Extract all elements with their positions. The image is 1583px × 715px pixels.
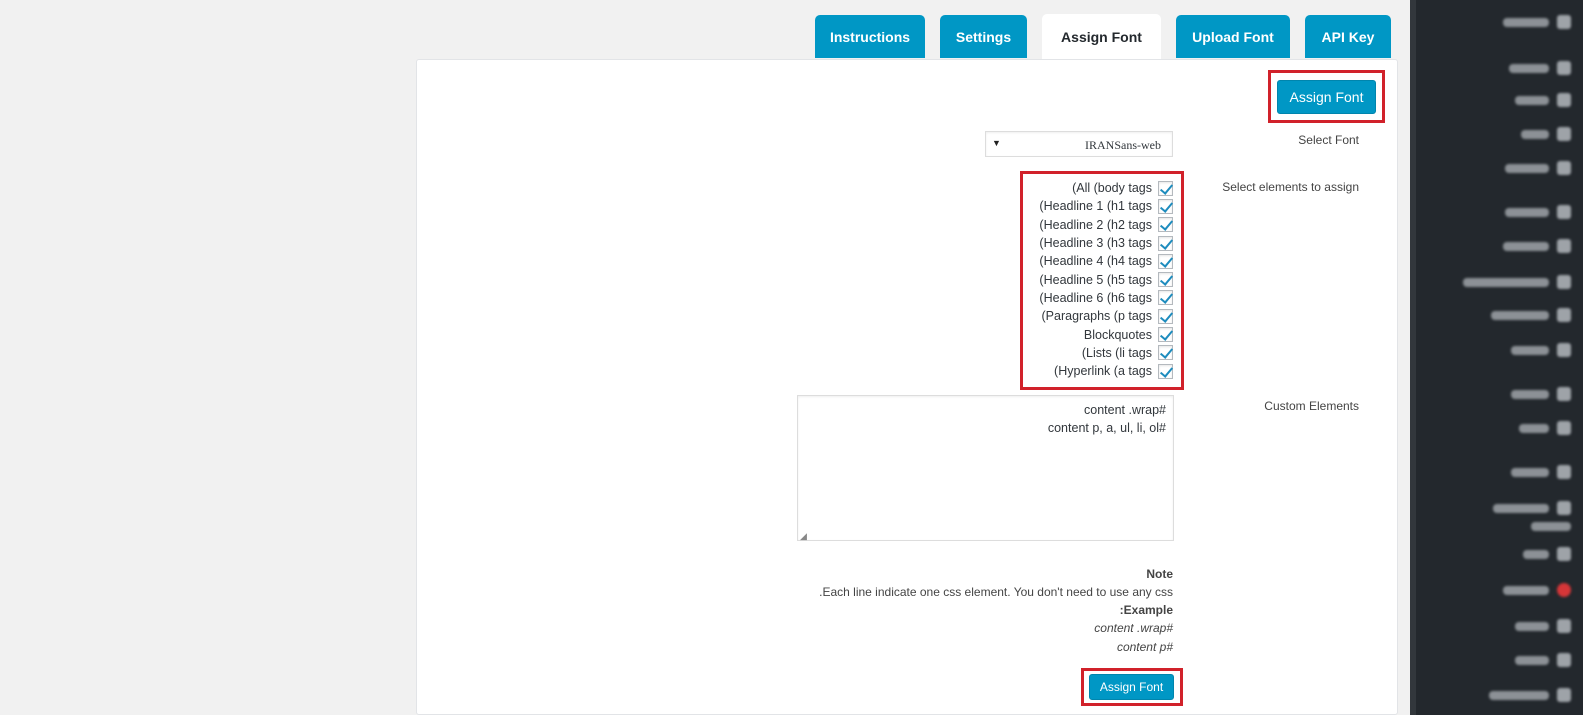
sidebar-item[interactable] bbox=[1463, 272, 1571, 292]
element-option-label: (Headline 1 (h1 tags bbox=[1039, 199, 1152, 214]
analytics-icon bbox=[1557, 275, 1571, 289]
custom-elements-textarea[interactable]: content .wrap# content p, a, ul, li, ol# bbox=[797, 395, 1174, 541]
element-option-label: (All (body tags bbox=[1072, 181, 1152, 196]
element-checkbox[interactable] bbox=[1158, 327, 1173, 343]
woocommerce-icon bbox=[1557, 205, 1571, 219]
element-option-label: Blockquotes bbox=[1083, 327, 1152, 342]
tools-icon bbox=[1557, 465, 1571, 479]
element-option-label: (Headline 4 (h4 tags bbox=[1039, 254, 1152, 269]
note-text: .Each line indicate one css element. You… bbox=[819, 585, 1173, 599]
element-option-p[interactable]: (Paragraphs (p tags bbox=[993, 307, 1173, 325]
element-option-h2[interactable]: (Headline 2 (h2 tags bbox=[993, 216, 1173, 234]
example-line: content .wrap# bbox=[1094, 621, 1173, 635]
element-checkbox[interactable] bbox=[1158, 235, 1173, 251]
sidebar-item[interactable] bbox=[1503, 12, 1571, 32]
element-option-blockquote[interactable]: Blockquotes bbox=[993, 325, 1173, 343]
element-option-h6[interactable]: (Headline 6 (h6 tags bbox=[993, 289, 1173, 307]
font-select-value: IRANSans-web bbox=[1085, 138, 1161, 152]
assign-font-button-top[interactable]: Assign Font bbox=[1277, 80, 1376, 114]
media-icon bbox=[1557, 93, 1571, 107]
element-option-body[interactable]: (All (body tags bbox=[993, 179, 1173, 197]
sidebar-item[interactable] bbox=[1511, 340, 1571, 360]
sidebar-item[interactable] bbox=[1515, 650, 1571, 670]
element-option-label: (Headline 3 (h3 tags bbox=[1039, 236, 1152, 251]
element-checkbox[interactable] bbox=[1158, 180, 1173, 196]
note-title: Note bbox=[1146, 567, 1173, 581]
tab-upload-font[interactable]: Upload Font bbox=[1176, 15, 1290, 58]
sidebar-item[interactable] bbox=[1509, 58, 1571, 78]
element-checkbox[interactable] bbox=[1158, 290, 1173, 306]
tab-settings[interactable]: Settings bbox=[940, 15, 1027, 58]
pin-icon bbox=[1557, 61, 1571, 75]
font-select[interactable]: IRANSans-web ▼ bbox=[985, 131, 1173, 157]
tab-api-key[interactable]: API Key bbox=[1305, 15, 1391, 58]
element-option-label: (Headline 6 (h6 tags bbox=[1039, 290, 1152, 305]
element-checkbox[interactable] bbox=[1158, 198, 1173, 214]
element-checkbox[interactable] bbox=[1158, 308, 1173, 324]
element-option-h5[interactable]: (Headline 5 (h5 tags bbox=[993, 270, 1173, 288]
users-icon bbox=[1557, 421, 1571, 435]
tab-instructions[interactable]: Instructions bbox=[815, 15, 925, 58]
menu-icon bbox=[1557, 653, 1571, 667]
element-option-label: (Headline 5 (h5 tags bbox=[1039, 272, 1152, 287]
element-option-h3[interactable]: (Headline 3 (h3 tags bbox=[993, 234, 1173, 252]
element-option-li[interactable]: (Lists (li tags bbox=[993, 344, 1173, 362]
custom-element-line: content .wrap# bbox=[1084, 403, 1166, 417]
element-checkbox[interactable] bbox=[1158, 217, 1173, 233]
elements-label: Select elements to assign bbox=[1222, 180, 1359, 194]
comments-icon bbox=[1557, 161, 1571, 175]
element-checkbox[interactable] bbox=[1158, 345, 1173, 361]
element-checkbox[interactable] bbox=[1158, 363, 1173, 379]
element-option-label: (Headline 2 (h2 tags bbox=[1039, 217, 1152, 232]
sidebar-item[interactable] bbox=[1489, 685, 1571, 705]
example-line: content p# bbox=[1116, 640, 1173, 654]
sidebar-item[interactable] bbox=[1505, 158, 1571, 178]
sidebar-item[interactable] bbox=[1493, 498, 1571, 518]
custom-elements-label: Custom Elements bbox=[1264, 399, 1359, 413]
assign-font-button-bottom[interactable]: Assign Font bbox=[1089, 674, 1174, 700]
custom-element-line: content p, a, ul, li, ol# bbox=[1047, 421, 1166, 435]
menu-icon bbox=[1557, 619, 1571, 633]
sidebar-item[interactable] bbox=[1511, 384, 1571, 404]
sidebar-item[interactable] bbox=[1515, 90, 1571, 110]
dashboard-icon bbox=[1557, 15, 1571, 29]
pages-icon bbox=[1557, 127, 1571, 141]
element-option-h1[interactable]: (Headline 1 (h1 tags bbox=[993, 197, 1173, 215]
sidebar-item[interactable] bbox=[1521, 124, 1571, 144]
sidebar-item[interactable] bbox=[1505, 202, 1571, 222]
admin-sidebar bbox=[1410, 0, 1583, 715]
settings-icon bbox=[1557, 501, 1571, 515]
elements-checklist: (All (body tags (Headline 1 (h1 tags (He… bbox=[993, 179, 1173, 380]
element-option-a[interactable]: (Hyperlink (a tags bbox=[993, 362, 1173, 380]
tab-assign-font[interactable]: Assign Font bbox=[1042, 14, 1161, 60]
marketing-icon bbox=[1557, 308, 1571, 322]
sidebar-item[interactable] bbox=[1523, 544, 1571, 564]
sidebar-item[interactable] bbox=[1515, 616, 1571, 636]
select-font-label: Select Font bbox=[1298, 133, 1359, 147]
sidebar-item[interactable] bbox=[1503, 236, 1571, 256]
element-option-label: (Lists (li tags bbox=[1081, 345, 1152, 360]
plugins-icon bbox=[1557, 387, 1571, 401]
sidebar-item[interactable] bbox=[1519, 418, 1571, 438]
menu-icon bbox=[1557, 688, 1571, 702]
products-icon bbox=[1557, 239, 1571, 253]
sidebar-item[interactable] bbox=[1531, 516, 1571, 536]
resize-handle-icon[interactable]: ◢ bbox=[800, 531, 807, 542]
element-checkbox[interactable] bbox=[1158, 253, 1173, 269]
appearance-icon bbox=[1557, 343, 1571, 357]
element-option-h4[interactable]: (Headline 4 (h4 tags bbox=[993, 252, 1173, 270]
example-title: :Example bbox=[1119, 603, 1173, 617]
element-option-label: (Paragraphs (p tags bbox=[1041, 309, 1152, 324]
sidebar-item[interactable] bbox=[1511, 462, 1571, 482]
menu-icon bbox=[1557, 547, 1571, 561]
sidebar-item[interactable] bbox=[1491, 305, 1571, 325]
element-option-label: (Hyperlink (a tags bbox=[1054, 364, 1152, 379]
notification-icon bbox=[1557, 583, 1571, 597]
chevron-down-icon: ▼ bbox=[992, 138, 1001, 148]
element-checkbox[interactable] bbox=[1158, 272, 1173, 288]
sidebar-item[interactable] bbox=[1503, 580, 1571, 600]
